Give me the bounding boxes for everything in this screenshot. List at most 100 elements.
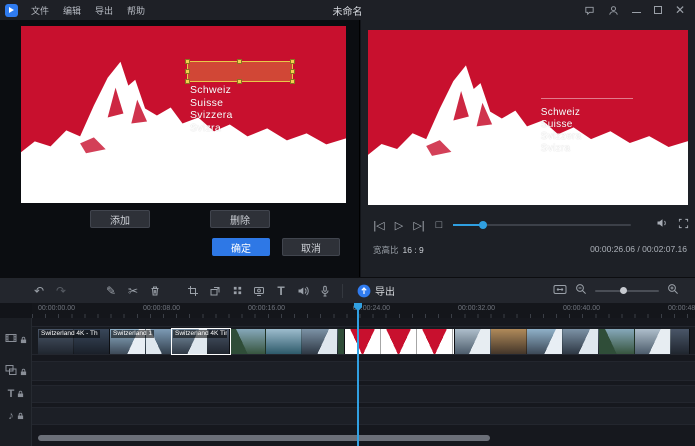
lock-icon[interactable] xyxy=(20,363,27,381)
seek-bar[interactable] xyxy=(453,224,631,226)
horizontal-scrollbar[interactable] xyxy=(38,435,490,441)
thumbnail xyxy=(599,329,635,354)
menu-export[interactable]: 导出 xyxy=(88,4,120,17)
aspect-value[interactable]: 16 : 9 xyxy=(403,245,424,255)
resize-handle[interactable] xyxy=(290,69,295,74)
voiceover-icon[interactable] xyxy=(292,278,314,303)
play-button[interactable]: ▷ xyxy=(389,219,409,232)
overlay-track-lane[interactable] xyxy=(32,361,695,381)
timeline-tracks: T ♪ Switzerland 4K - Th xyxy=(0,318,695,446)
export-icon xyxy=(357,284,371,298)
text-selection-box[interactable] xyxy=(187,61,293,82)
thumbnail xyxy=(671,329,690,354)
volume-icon[interactable] xyxy=(656,216,668,234)
timeline-clip-1[interactable]: Switzerland 4K - Th xyxy=(38,329,110,354)
edit-icon[interactable]: ✎ xyxy=(100,278,122,303)
microphone-icon[interactable] xyxy=(314,278,336,303)
resize-handle[interactable] xyxy=(185,69,190,74)
timeline-clip-5[interactable] xyxy=(345,329,455,354)
resize-handle[interactable] xyxy=(237,79,242,84)
fit-timeline-icon[interactable] xyxy=(553,282,567,300)
next-frame-button[interactable]: ▷| xyxy=(409,219,429,232)
zoom-knob[interactable] xyxy=(620,287,627,294)
export-button[interactable]: 导出 xyxy=(357,283,395,298)
audio-track-lane[interactable] xyxy=(32,407,695,425)
crop-icon[interactable] xyxy=(182,278,204,303)
menu-help[interactable]: 帮助 xyxy=(120,4,152,17)
text-track-header: T xyxy=(0,385,32,403)
zoom-out-icon[interactable] xyxy=(575,282,587,300)
split-icon[interactable]: ✂ xyxy=(122,278,144,303)
text-track-icon[interactable]: T xyxy=(8,389,15,400)
menu-file[interactable]: 文件 xyxy=(24,4,56,17)
text-track-lane[interactable] xyxy=(32,385,695,403)
resize-handle[interactable] xyxy=(185,59,190,64)
time-total: 00:02:07.16 xyxy=(642,244,687,254)
zoom-in-icon[interactable] xyxy=(667,282,679,300)
zoom-controls xyxy=(553,282,695,300)
mosaic-icon[interactable] xyxy=(226,278,248,303)
delete-button[interactable]: 删除 xyxy=(210,210,270,228)
thumbnail xyxy=(266,329,302,354)
account-icon[interactable] xyxy=(608,5,619,16)
titlebar: 文件 编辑 导出 帮助 未命名 ✕ xyxy=(0,0,695,20)
time-separator: / xyxy=(637,244,639,254)
close-button[interactable]: ✕ xyxy=(675,5,685,15)
feedback-icon[interactable] xyxy=(584,5,595,16)
dialog-edit-canvas[interactable]: Schweiz Suisse Svizzera Svizra xyxy=(21,26,346,203)
timeline-clip-3-selected[interactable]: Switzerland 4K Timelap xyxy=(172,329,230,354)
cancel-button[interactable]: 取消 xyxy=(282,238,340,256)
preview-panel: Schweiz Suisse Svizzera Svizra |◁ ▷ ▷| □ xyxy=(361,20,695,277)
timeline-zoom-slider[interactable] xyxy=(595,290,659,292)
thumbnail xyxy=(563,329,599,354)
stop-button[interactable]: □ xyxy=(429,219,449,231)
lock-icon[interactable] xyxy=(17,407,24,425)
lock-icon[interactable] xyxy=(20,331,27,349)
ruler-label: 00:00:40.00 xyxy=(563,305,600,312)
resize-handle[interactable] xyxy=(237,59,242,64)
playhead[interactable] xyxy=(357,303,359,446)
menu-edit[interactable]: 编辑 xyxy=(56,4,88,17)
minimize-button[interactable] xyxy=(632,8,641,13)
text-tool-icon[interactable]: T xyxy=(270,278,292,303)
video-track-icon[interactable] xyxy=(5,331,17,349)
previous-frame-button[interactable]: |◁ xyxy=(369,219,389,232)
timeline-ruler[interactable]: 00:00:00.00 00:00:08.00 00:00:16.00 00:0… xyxy=(32,303,695,318)
timeline-clip-2[interactable]: Switzerland 1 xyxy=(110,329,172,354)
audio-track-icon[interactable]: ♪ xyxy=(8,411,14,422)
export-label: 导出 xyxy=(375,283,395,298)
resize-handle[interactable] xyxy=(290,59,295,64)
thumbnail xyxy=(338,329,345,354)
timeline-toolbar: ↶ ↷ ✎ ✂ T 导出 xyxy=(0,277,695,303)
aspect-label: 宽高比 xyxy=(373,245,399,255)
record-icon[interactable] xyxy=(248,278,270,303)
time-current: 00:00:26.06 xyxy=(590,244,635,254)
fullscreen-icon[interactable] xyxy=(678,216,689,234)
rotate-icon[interactable] xyxy=(204,278,226,303)
resize-handle[interactable] xyxy=(185,79,190,84)
resize-handle[interactable] xyxy=(290,79,295,84)
video-track-lane[interactable]: Switzerland 4K - Th Switzerland 1 Switze… xyxy=(32,326,695,355)
thumbnail xyxy=(302,329,338,354)
add-button[interactable]: 添加 xyxy=(90,210,150,228)
redo-icon[interactable]: ↷ xyxy=(50,278,72,303)
audio-track-header: ♪ xyxy=(0,407,32,425)
overlay-track-icon[interactable] xyxy=(5,363,17,381)
track-headers: T ♪ xyxy=(0,318,32,446)
timeline-clip-4[interactable] xyxy=(230,329,345,354)
toolbar-divider xyxy=(342,284,343,298)
thumbnail xyxy=(230,329,266,354)
timeline-clip-6[interactable] xyxy=(455,329,690,354)
overlay-line: Schweiz xyxy=(190,84,233,97)
overlay-track-header xyxy=(0,363,32,381)
ok-button[interactable]: 确定 xyxy=(212,238,270,256)
clip-label: Switzerland 1 xyxy=(111,330,154,338)
maximize-button[interactable] xyxy=(654,6,662,14)
overlay-line: Svizra xyxy=(541,143,582,155)
overlay-line: Suisse xyxy=(190,97,233,110)
thumbnail xyxy=(417,329,453,354)
delete-icon[interactable] xyxy=(144,278,166,303)
lock-icon[interactable] xyxy=(17,385,24,403)
undo-icon[interactable]: ↶ xyxy=(28,278,50,303)
seek-knob[interactable] xyxy=(479,221,487,229)
